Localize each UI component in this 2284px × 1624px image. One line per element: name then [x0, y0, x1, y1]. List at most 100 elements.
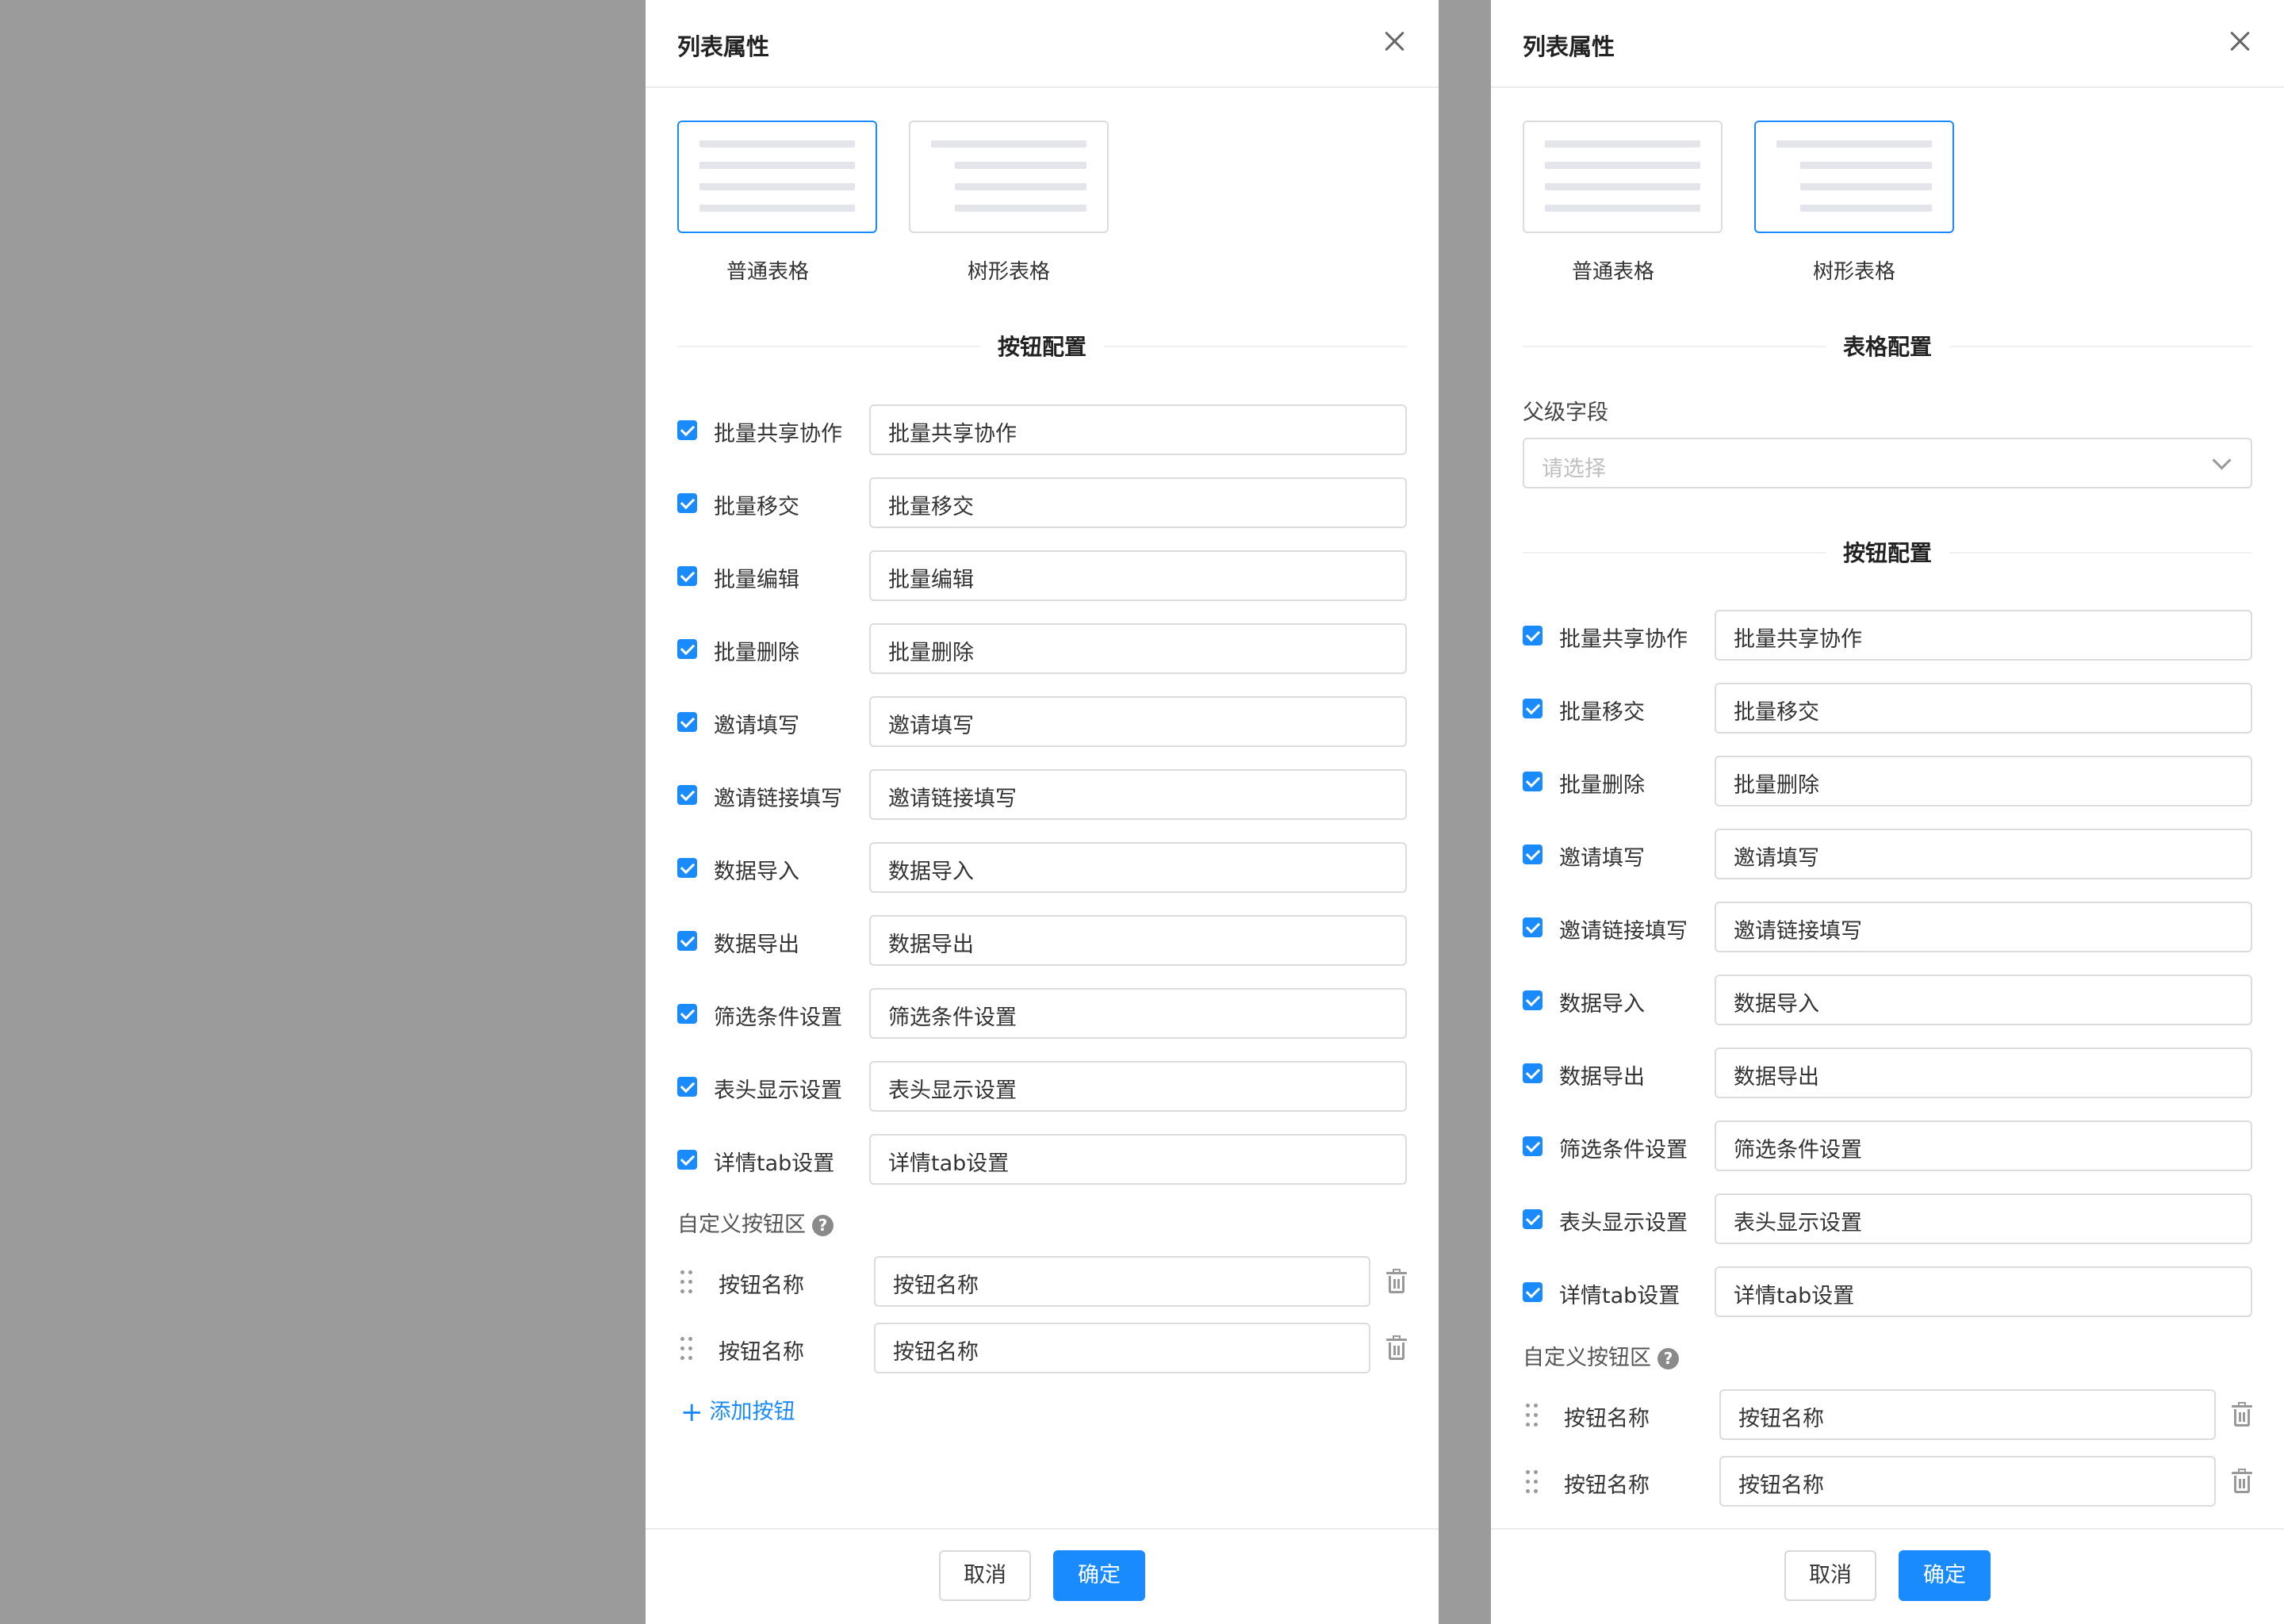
- close-icon[interactable]: [1382, 29, 1407, 54]
- button-option-label: 批量共享协作: [714, 422, 842, 446]
- normal-table-label: 普通表格: [1571, 260, 1654, 284]
- button-option-label: 筛选条件设置: [714, 1005, 842, 1030]
- button-enable-checkbox[interactable]: [1523, 1136, 1542, 1156]
- custom-button-label: 按钮名称: [1564, 1473, 1650, 1498]
- button-enable-checkbox[interactable]: [1523, 1209, 1542, 1229]
- drag-handle-icon[interactable]: [680, 1337, 696, 1361]
- button-name-input[interactable]: 批量移交: [1715, 683, 2252, 733]
- button-enable-checkbox[interactable]: [1523, 1282, 1542, 1302]
- custom-button-name-input[interactable]: 按钮名称: [1719, 1389, 2216, 1440]
- button-option-label: 批量共享协作: [1559, 627, 1688, 652]
- button-name-input[interactable]: 表头显示设置: [1715, 1193, 2252, 1244]
- button-name-input[interactable]: 批量删除: [869, 623, 1407, 674]
- button-config-row: 批量移交 批量移交: [1523, 683, 2252, 733]
- button-option-label: 批量移交: [714, 495, 799, 519]
- button-option-label: 详情tab设置: [714, 1151, 835, 1176]
- button-enable-checkbox[interactable]: [1523, 990, 1542, 1010]
- button-name-input[interactable]: 数据导出: [1715, 1048, 2252, 1098]
- trash-icon[interactable]: [1386, 1335, 1407, 1361]
- custom-button-name-input[interactable]: 按钮名称: [874, 1323, 1370, 1373]
- button-enable-checkbox[interactable]: [677, 566, 697, 586]
- cancel-button[interactable]: 取消: [939, 1550, 1031, 1601]
- button-name-input[interactable]: 筛选条件设置: [869, 988, 1407, 1039]
- normal-table-label: 普通表格: [726, 260, 809, 284]
- tree-table-label: 树形表格: [1812, 260, 1895, 284]
- parent-field-select[interactable]: 请选择: [1523, 438, 2252, 488]
- drag-handle-icon[interactable]: [680, 1270, 696, 1294]
- custom-button-label: 按钮名称: [719, 1340, 804, 1365]
- button-enable-checkbox[interactable]: [677, 1004, 697, 1024]
- button-enable-checkbox[interactable]: [1523, 1063, 1542, 1083]
- normal-table-option[interactable]: [1523, 121, 1723, 233]
- help-icon[interactable]: ?: [1657, 1348, 1679, 1369]
- button-name-input[interactable]: 邀请链接填写: [869, 769, 1407, 820]
- button-enable-checkbox[interactable]: [677, 1077, 697, 1097]
- list-properties-drawer-normal: 列表属性 普通表格 树形表格 按钮配置 批量共享协作 批量共享协作 批量移交 批量移交…: [646, 0, 1439, 1624]
- button-enable-checkbox[interactable]: [1523, 626, 1542, 645]
- cancel-button[interactable]: 取消: [1784, 1550, 1876, 1601]
- custom-button-area-label: 自定义按钮区?: [1523, 1340, 1679, 1371]
- button-name-input[interactable]: 详情tab设置: [869, 1134, 1407, 1185]
- button-name-input[interactable]: 详情tab设置: [1715, 1266, 2252, 1317]
- button-name-input[interactable]: 批量编辑: [869, 550, 1407, 601]
- button-enable-checkbox[interactable]: [677, 858, 697, 878]
- parent-field-label: 父级字段: [1523, 400, 1608, 425]
- help-icon[interactable]: ?: [812, 1215, 834, 1236]
- button-enable-checkbox[interactable]: [677, 493, 697, 513]
- section-title: 按钮配置: [1825, 536, 1950, 568]
- drag-handle-icon[interactable]: [1526, 1404, 1542, 1427]
- button-enable-checkbox[interactable]: [677, 785, 697, 805]
- button-option-label: 详情tab设置: [1559, 1284, 1680, 1308]
- button-name-input[interactable]: 邀请链接填写: [1715, 902, 2252, 952]
- normal-table-option[interactable]: [677, 121, 877, 233]
- button-name-input[interactable]: 邀请填写: [1715, 829, 2252, 879]
- button-option-label: 数据导出: [714, 933, 799, 957]
- confirm-button[interactable]: 确定: [1899, 1550, 1991, 1601]
- custom-button-row: 按钮名称 按钮名称: [677, 1323, 1407, 1373]
- button-enable-checkbox[interactable]: [1523, 772, 1542, 791]
- button-enable-checkbox[interactable]: [677, 1150, 697, 1170]
- button-name-input[interactable]: 批量共享协作: [869, 404, 1407, 455]
- button-config-row: 邀请链接填写 邀请链接填写: [1523, 902, 2252, 952]
- button-option-label: 邀请填写: [714, 714, 799, 738]
- drawer-header: 列表属性: [646, 0, 1439, 88]
- button-name-input[interactable]: 批量删除: [1715, 756, 2252, 806]
- custom-button-name-input[interactable]: 按钮名称: [1719, 1456, 2216, 1507]
- button-name-input[interactable]: 批量移交: [869, 477, 1407, 528]
- trash-icon[interactable]: [1386, 1269, 1407, 1294]
- trash-icon[interactable]: [2232, 1402, 2252, 1427]
- button-enable-checkbox[interactable]: [677, 712, 697, 732]
- tree-table-option[interactable]: [1754, 121, 1954, 233]
- button-name-input[interactable]: 邀请填写: [869, 696, 1407, 747]
- tree-table-option[interactable]: [909, 121, 1109, 233]
- custom-button-name-input[interactable]: 按钮名称: [874, 1256, 1370, 1307]
- confirm-button[interactable]: 确定: [1053, 1550, 1145, 1601]
- button-config-row: 详情tab设置 详情tab设置: [1523, 1266, 2252, 1317]
- button-enable-checkbox[interactable]: [1523, 917, 1542, 937]
- button-config-row: 批量编辑 批量编辑: [677, 550, 1407, 601]
- button-name-input[interactable]: 表头显示设置: [869, 1061, 1407, 1112]
- button-name-input[interactable]: 数据导入: [1715, 975, 2252, 1025]
- button-name-input[interactable]: 数据导入: [869, 842, 1407, 893]
- drag-handle-icon[interactable]: [1526, 1470, 1542, 1494]
- button-name-input[interactable]: 数据导出: [869, 915, 1407, 966]
- drawer-footer: 取消 确定: [1491, 1528, 2284, 1624]
- button-enable-checkbox[interactable]: [1523, 699, 1542, 718]
- button-option-label: 批量编辑: [714, 568, 799, 592]
- section-divider-buttons: 按钮配置: [677, 330, 1407, 362]
- button-enable-checkbox[interactable]: [677, 931, 697, 951]
- button-option-label: 筛选条件设置: [1559, 1138, 1688, 1162]
- button-config-row: 数据导出 数据导出: [677, 915, 1407, 966]
- button-name-input[interactable]: 批量共享协作: [1715, 610, 2252, 661]
- add-button-link[interactable]: + 添加按钮: [680, 1394, 795, 1428]
- custom-button-row: 按钮名称 按钮名称: [1523, 1456, 2252, 1507]
- custom-button-label: 按钮名称: [1564, 1407, 1650, 1431]
- trash-icon[interactable]: [2232, 1469, 2252, 1494]
- button-enable-checkbox[interactable]: [677, 639, 697, 659]
- button-enable-checkbox[interactable]: [1523, 845, 1542, 864]
- close-icon[interactable]: [2227, 29, 2252, 54]
- button-option-label: 表头显示设置: [1559, 1211, 1688, 1235]
- button-name-input[interactable]: 筛选条件设置: [1715, 1120, 2252, 1171]
- button-enable-checkbox[interactable]: [677, 420, 697, 440]
- button-option-label: 数据导入: [714, 860, 799, 884]
